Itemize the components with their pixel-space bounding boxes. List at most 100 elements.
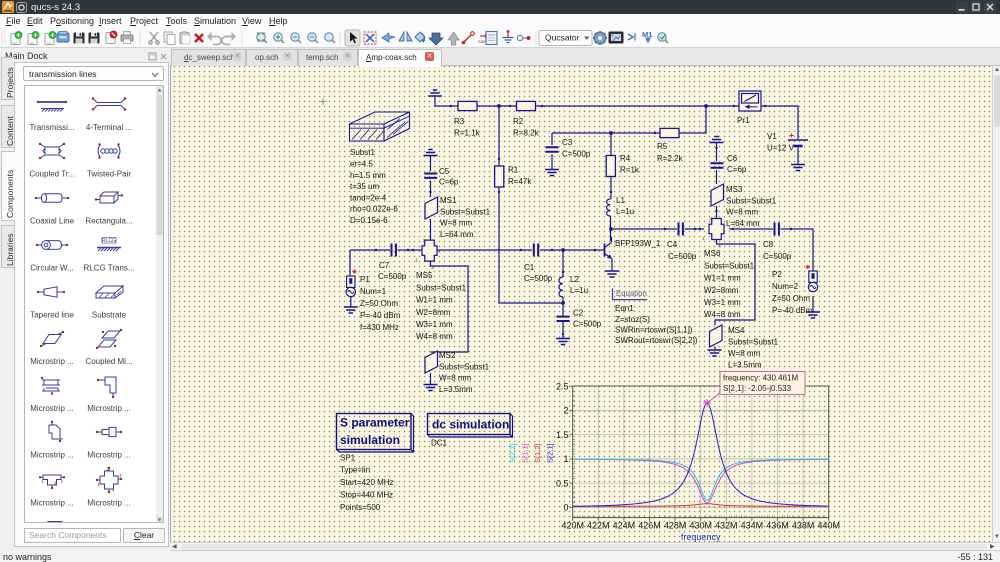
svg-text:0: 0 — [563, 503, 568, 513]
svg-text:R=47k: R=47k — [508, 177, 532, 186]
svg-text:V1: V1 — [767, 132, 777, 141]
svg-text:C4: C4 — [667, 240, 678, 249]
svg-text:MS4: MS4 — [728, 326, 745, 335]
svg-text:Subst=Subst1: Subst=Subst1 — [726, 196, 777, 205]
svg-text:4: 4 — [112, 488, 115, 493]
svg-text:L2: L2 — [570, 275, 579, 284]
svg-text:MS2: MS2 — [439, 351, 456, 360]
svg-text:C=6p: C=6p — [727, 165, 747, 174]
svg-text:L=64 mm: L=64 mm — [726, 219, 760, 228]
svg-text:h=1.5 mm: h=1.5 mm — [350, 171, 386, 180]
svg-text:C8: C8 — [763, 240, 774, 249]
svg-text:C=500p: C=500p — [573, 319, 602, 328]
svg-text:Microstrip ...: Microstrip ... — [87, 404, 131, 413]
svg-text:Subst=Subst1: Subst=Subst1 — [439, 362, 490, 371]
svg-text:Subst=Subst1: Subst=Subst1 — [728, 337, 779, 346]
svg-text:Substrate: Substrate — [92, 311, 127, 320]
svg-text:1.5: 1.5 — [556, 430, 569, 440]
svg-text:C=500p: C=500p — [524, 274, 553, 283]
svg-text:426M: 426M — [638, 520, 661, 530]
svg-text:simulation: simulation — [340, 433, 400, 447]
svg-text:Stop=440 MHz: Stop=440 MHz — [340, 491, 393, 500]
svg-text:1: 1 — [702, 236, 705, 241]
svg-text:Qucsator: Qucsator — [545, 33, 580, 43]
svg-text:C=500p: C=500p — [763, 252, 792, 261]
svg-text:1: 1 — [563, 454, 568, 464]
svg-text:L=1u: L=1u — [616, 207, 634, 216]
svg-text:Num=1: Num=1 — [360, 287, 387, 296]
svg-text:4-Terminal ...: 4-Terminal ... — [86, 123, 132, 132]
svg-text:Circular W...: Circular W... — [30, 264, 74, 273]
svg-text:Microstrip ...: Microstrip ... — [30, 451, 74, 460]
svg-text:L=1u: L=1u — [570, 286, 588, 295]
svg-text:W4=8 mm: W4=8 mm — [416, 332, 453, 341]
svg-text:0.5: 0.5 — [556, 478, 569, 488]
svg-text:Eqn1: Eqn1 — [615, 304, 634, 313]
svg-text:RLCG Trans...: RLCG Trans... — [83, 264, 134, 273]
svg-text:C=500p: C=500p — [378, 272, 407, 281]
svg-text:R5: R5 — [657, 142, 668, 151]
svg-text:424M: 424M — [613, 520, 636, 530]
svg-text:Z=50 Ohm: Z=50 Ohm — [360, 299, 398, 308]
svg-text:438M: 438M — [792, 520, 815, 530]
svg-text:Coupled Tr...: Coupled Tr... — [29, 170, 74, 179]
svg-text:MS6: MS6 — [704, 249, 721, 258]
svg-text:t=35 um: t=35 um — [350, 182, 379, 191]
svg-text:422M: 422M — [587, 520, 610, 530]
svg-text:R4: R4 — [620, 154, 631, 163]
svg-text:Num=2: Num=2 — [772, 282, 799, 291]
svg-text:C=6p: C=6p — [439, 177, 459, 186]
svg-text:Microstrip ...: Microstrip ... — [87, 499, 131, 508]
svg-text:S[2,1]: S[2,1] — [546, 443, 555, 463]
svg-text:Z=50 Ohm: Z=50 Ohm — [772, 294, 810, 303]
svg-text:S parameter: S parameter — [340, 416, 410, 430]
svg-text:2: 2 — [61, 479, 64, 484]
svg-text:Twisted-Pair: Twisted-Pair — [87, 170, 131, 179]
svg-text:Tapered line: Tapered line — [30, 311, 74, 320]
svg-text:440M: 440M — [817, 520, 840, 530]
svg-text:R3: R3 — [454, 117, 465, 126]
svg-text:W=8 mm: W=8 mm — [439, 374, 472, 383]
svg-text:R=1.1k: R=1.1k — [454, 128, 481, 137]
svg-text:Microstrip ...: Microstrip ... — [30, 499, 74, 508]
svg-text:DC1: DC1 — [431, 439, 448, 448]
svg-text:R=8.2k: R=8.2k — [513, 128, 540, 137]
svg-text:MS3: MS3 — [726, 185, 743, 194]
svg-text:W1=1 mm: W1=1 mm — [416, 296, 453, 305]
svg-text:Subst=Subst1: Subst=Subst1 — [416, 283, 467, 292]
svg-text:430M: 430M — [689, 520, 712, 530]
svg-text:W3=1 mm: W3=1 mm — [704, 298, 741, 307]
svg-text:f=430 MHz: f=430 MHz — [360, 323, 399, 332]
svg-text:R=2.2k: R=2.2k — [657, 154, 684, 163]
svg-text:W1=1 mm: W1=1 mm — [704, 274, 741, 283]
svg-text:W2=8mm: W2=8mm — [416, 308, 451, 317]
svg-text:3: 3 — [438, 249, 441, 254]
svg-text:428M: 428M — [664, 520, 687, 530]
svg-text:U=12 V: U=12 V — [767, 143, 795, 152]
svg-text:SP1: SP1 — [340, 454, 356, 463]
svg-text:W3=1 mm: W3=1 mm — [416, 320, 453, 329]
svg-text:Type=lin: Type=lin — [340, 466, 370, 475]
svg-text:4: 4 — [718, 244, 721, 249]
svg-text:frequency: frequency — [681, 532, 721, 542]
svg-text:R1: R1 — [508, 165, 519, 174]
svg-text:Subst1: Subst1 — [350, 148, 375, 157]
svg-text:P2: P2 — [772, 270, 782, 279]
svg-text:D=0.15e-6: D=0.15e-6 — [350, 216, 388, 225]
svg-text:SWRout=rtoswr(S[2,2]): SWRout=rtoswr(S[2,2]) — [615, 336, 698, 345]
svg-text:Equation: Equation — [616, 289, 647, 298]
svg-text:Pr1: Pr1 — [737, 116, 750, 125]
svg-text:Coaxial Line: Coaxial Line — [30, 217, 75, 226]
svg-text:Points=500: Points=500 — [340, 503, 381, 512]
svg-text:Coupled Mi...: Coupled Mi... — [85, 357, 132, 366]
svg-text:MS5: MS5 — [416, 271, 433, 280]
svg-text:C2: C2 — [573, 308, 584, 317]
svg-text:2: 2 — [710, 216, 713, 221]
svg-text:S[2,1]: -2.05-j0.533: S[2,1]: -2.05-j0.533 — [723, 384, 792, 393]
svg-text:W=8 mm: W=8 mm — [440, 219, 473, 228]
svg-text:C=500p: C=500p — [668, 252, 697, 261]
svg-text:W4=8 mm: W4=8 mm — [704, 310, 741, 319]
svg-text:2: 2 — [563, 406, 568, 416]
svg-text:S[1,1]: S[1,1] — [521, 443, 530, 463]
svg-text:MS1: MS1 — [440, 196, 457, 205]
